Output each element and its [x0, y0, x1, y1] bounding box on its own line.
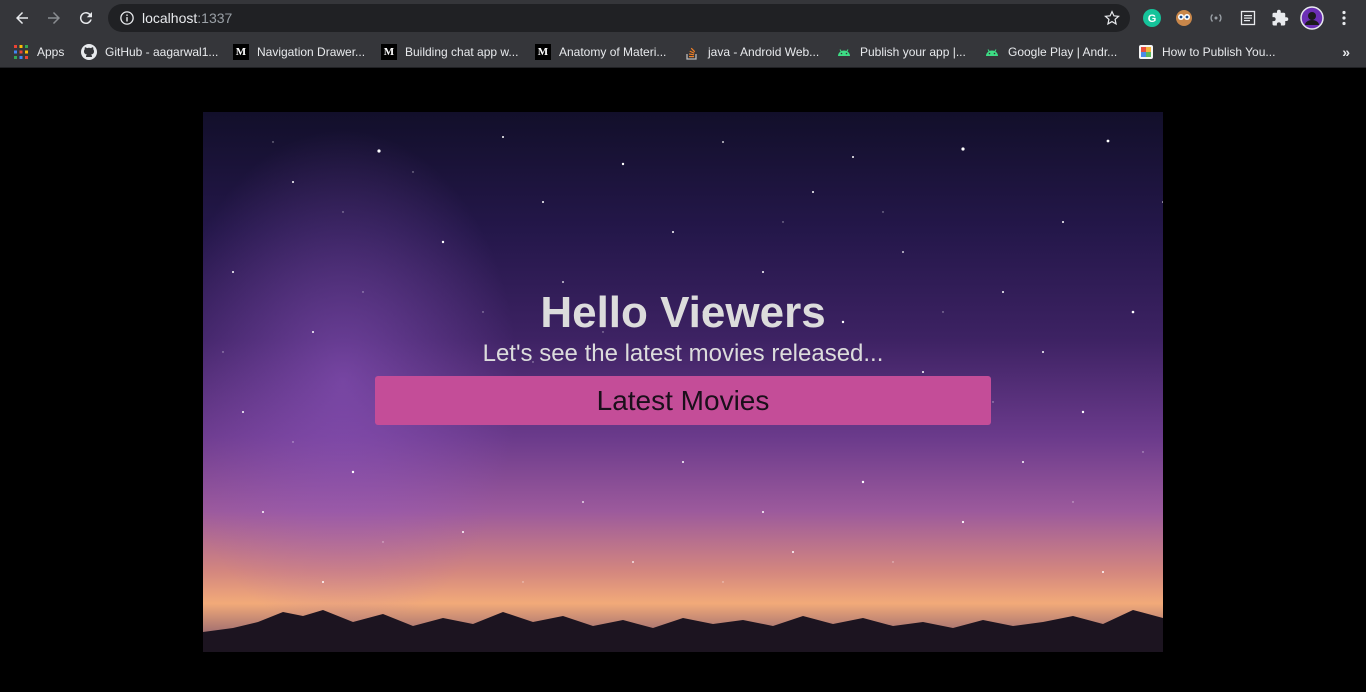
back-arrow-icon — [16, 12, 28, 24]
apps-grid-icon — [13, 44, 29, 60]
forward-button[interactable] — [38, 2, 70, 34]
hero-subtitle: Let's see the latest movies released... — [482, 340, 884, 367]
bookmark-java-android[interactable]: java - Android Web... — [684, 42, 819, 62]
stackoverflow-icon — [684, 44, 700, 60]
bookmark-label: How to Publish You... — [1162, 45, 1276, 59]
site-icon — [1138, 44, 1154, 60]
github-icon — [81, 44, 97, 60]
eyes-extension-icon[interactable] — [1174, 8, 1194, 28]
bookmark-label: Anatomy of Materi... — [559, 45, 667, 59]
bookmarks-bar: Apps GitHub - aagarwal1... M Navigation … — [0, 36, 1366, 68]
bookmark-how-to-publish[interactable]: How to Publish You... — [1138, 42, 1275, 62]
browser-toolbar: localhost:1337 G — [0, 0, 1366, 36]
url-port: :1337 — [197, 10, 233, 26]
reload-button[interactable] — [70, 2, 102, 34]
bookmark-label: Building chat app w... — [405, 45, 519, 59]
reload-icon — [79, 12, 92, 25]
bookmark-github[interactable]: GitHub - aagarwal1... — [81, 42, 218, 62]
latest-movies-button[interactable]: Latest Movies — [375, 376, 991, 425]
reader-extension-icon[interactable] — [1238, 8, 1258, 28]
bookmark-navigation-drawer[interactable]: M Navigation Drawer... — [233, 42, 365, 62]
menu-kebab-icon[interactable] — [1334, 8, 1354, 28]
medium-icon: M — [535, 44, 551, 60]
info-icon[interactable] — [120, 11, 134, 25]
svg-text:G: G — [1148, 13, 1157, 25]
bookmark-building-chat-app[interactable]: M Building chat app w... — [381, 42, 518, 62]
bookmark-label: java - Android Web... — [708, 45, 820, 59]
forward-arrow-icon — [48, 12, 60, 24]
mountain-silhouette — [203, 610, 1163, 652]
back-button[interactable] — [6, 2, 38, 34]
medium-icon: M — [381, 44, 397, 60]
medium-icon: M — [233, 44, 249, 60]
bookmark-publish-app[interactable]: Publish your app |... — [836, 42, 966, 62]
bookmarks-more-chevron-icon[interactable]: » — [1342, 44, 1350, 60]
bookmark-google-play[interactable]: Google Play | Andr... — [984, 42, 1117, 62]
grammarly-extension-icon[interactable]: G — [1142, 8, 1162, 28]
address-bar[interactable]: localhost:1337 — [108, 4, 1130, 32]
bookmark-apps[interactable]: Apps — [13, 42, 64, 62]
bookmark-label: Apps — [37, 45, 65, 59]
bookmark-label: Google Play | Andr... — [1008, 45, 1118, 59]
profile-avatar-icon[interactable] — [1300, 6, 1324, 30]
url-host: localhost — [142, 10, 198, 26]
android-icon — [836, 44, 852, 60]
bookmark-label: Navigation Drawer... — [257, 45, 366, 59]
page-viewport: Hello Viewers Let's see the latest movie… — [0, 69, 1366, 692]
broadcast-extension-icon[interactable] — [1206, 8, 1226, 28]
extensions-puzzle-icon[interactable] — [1270, 8, 1290, 28]
bookmark-label: GitHub - aagarwal1... — [105, 45, 219, 59]
bookmark-label: Publish your app |... — [860, 45, 966, 59]
hero-banner: Hello Viewers Let's see the latest movie… — [203, 112, 1163, 652]
bookmark-star-icon[interactable] — [1104, 10, 1120, 26]
android-icon — [984, 44, 1000, 60]
hero-title: Hello Viewers — [540, 288, 826, 337]
bookmark-anatomy-material[interactable]: M Anatomy of Materi... — [535, 42, 666, 62]
